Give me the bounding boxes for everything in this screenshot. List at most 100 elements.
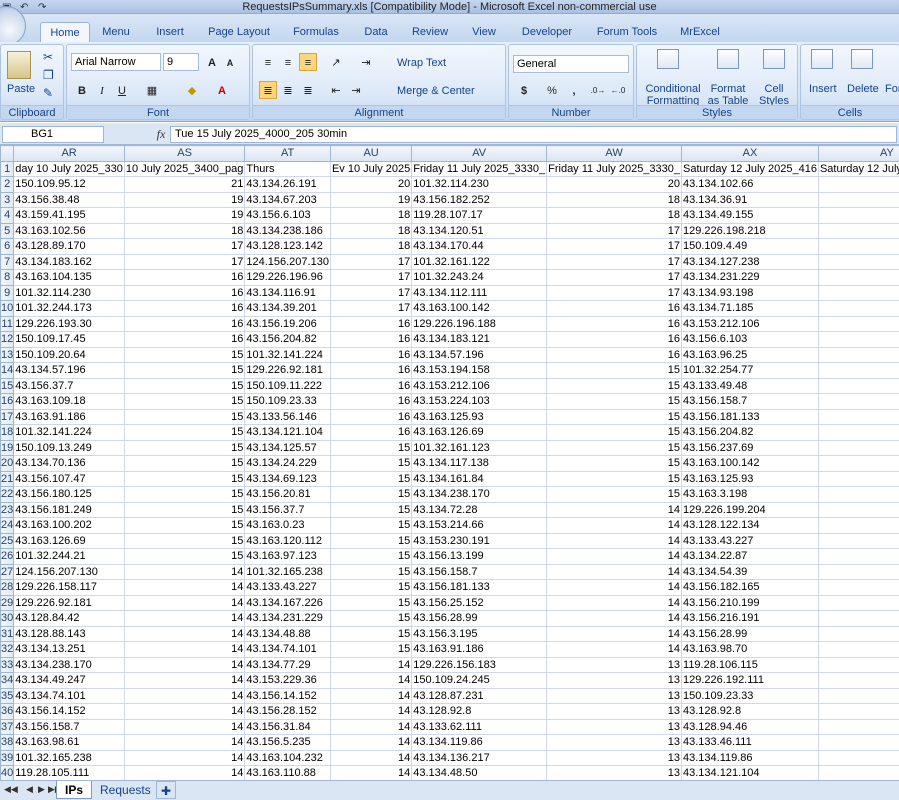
cell[interactable]: 43.134.112.111: [411, 284, 548, 301]
cell[interactable]: 15: [329, 641, 413, 658]
cell[interactable]: 15: [123, 470, 246, 487]
cell[interactable]: 12: [817, 408, 899, 425]
row-header[interactable]: 25: [0, 532, 15, 549]
cell[interactable]: 15: [329, 579, 413, 596]
cell[interactable]: 43.134.74.101: [13, 687, 125, 704]
cell[interactable]: 13: [817, 315, 899, 332]
cell[interactable]: 14: [123, 672, 246, 689]
row-header[interactable]: 9: [0, 284, 15, 301]
cell[interactable]: 12: [817, 625, 899, 642]
cell[interactable]: 43.134.238.186: [244, 222, 331, 239]
cell[interactable]: 17: [546, 222, 683, 239]
row-header[interactable]: 18: [0, 424, 15, 441]
cell[interactable]: 15: [546, 486, 683, 503]
insert-cells-button[interactable]: Insert: [809, 83, 837, 95]
cell[interactable]: 15: [123, 532, 246, 549]
insert-sheet-icon[interactable]: ✚: [156, 781, 176, 799]
cell[interactable]: 43.153.194.158: [411, 362, 548, 379]
cell[interactable]: 17: [329, 284, 413, 301]
cell[interactable]: 17: [329, 253, 413, 270]
cell[interactable]: 12: [817, 594, 899, 611]
delete-cells-icon[interactable]: [851, 49, 873, 69]
column-header[interactable]: AT: [244, 145, 331, 162]
cell[interactable]: 12: [817, 656, 899, 673]
align-right-icon[interactable]: ≣: [299, 81, 317, 99]
cell[interactable]: 150.109.13.249: [13, 439, 125, 456]
cell[interactable]: 16: [123, 269, 246, 286]
fill-color-icon[interactable]: ◆: [183, 81, 201, 99]
row-header[interactable]: 29: [0, 594, 15, 611]
cell[interactable]: 43.134.74.101: [244, 641, 331, 658]
cell[interactable]: 129.226.193.30: [13, 315, 125, 332]
number-format-select[interactable]: General: [513, 55, 629, 73]
cell[interactable]: 43.156.19.206: [244, 315, 331, 332]
paste-button[interactable]: Paste: [7, 83, 35, 95]
cell[interactable]: 43.134.167.226: [244, 594, 331, 611]
sheet-tab-requests[interactable]: Requests: [92, 781, 159, 799]
row-header[interactable]: 6: [0, 238, 15, 255]
font-color-icon[interactable]: A: [213, 81, 231, 99]
row-header[interactable]: 10: [0, 300, 15, 317]
cell[interactable]: 43.163.109.18: [13, 393, 125, 410]
cell[interactable]: 15: [123, 362, 246, 379]
align-bottom-icon[interactable]: ≡: [299, 53, 317, 71]
cell[interactable]: 43.134.24.229: [244, 455, 331, 472]
cell[interactable]: 16: [123, 315, 246, 332]
cell[interactable]: 43.156.210.199: [681, 594, 819, 611]
row-header[interactable]: 34: [0, 672, 15, 689]
cell[interactable]: 17: [329, 300, 413, 317]
row-header[interactable]: 17: [0, 408, 15, 425]
cell[interactable]: 43.134.119.86: [411, 734, 548, 751]
tab-formulas[interactable]: Formulas: [288, 22, 344, 42]
cell[interactable]: 14: [123, 610, 246, 627]
cell[interactable]: 124.156.207.130: [13, 563, 125, 580]
cell[interactable]: 13: [817, 377, 899, 394]
tab-view[interactable]: View: [466, 22, 502, 42]
cell[interactable]: 101.32.243.24: [411, 269, 548, 286]
cell-styles-button[interactable]: Cell Styles: [753, 83, 795, 107]
cell[interactable]: 43.163.126.69: [13, 532, 125, 549]
cell[interactable]: 43.163.120.112: [244, 532, 331, 549]
cell[interactable]: 43.133.56.146: [244, 408, 331, 425]
cell[interactable]: 16: [329, 377, 413, 394]
cell[interactable]: 12: [817, 470, 899, 487]
cell[interactable]: 12: [817, 579, 899, 596]
cell[interactable]: 43.134.13.251: [13, 641, 125, 658]
prev-sheet-icon[interactable]: ◀: [26, 784, 33, 795]
cell[interactable]: 43.153.229.36: [244, 672, 331, 689]
cell[interactable]: 15: [546, 470, 683, 487]
spreadsheet-grid[interactable]: ARASATAUAVAWAXAYAZBABBBCBDBEBFBG 1day 10…: [0, 145, 899, 780]
cell[interactable]: 43.156.216.191: [681, 610, 819, 627]
cell[interactable]: 43.134.238.170: [411, 486, 548, 503]
cell[interactable]: 16: [329, 331, 413, 348]
cell[interactable]: 129.226.92.181: [244, 362, 331, 379]
align-center-icon[interactable]: ≣: [279, 81, 297, 99]
tab-data[interactable]: Data: [358, 22, 394, 42]
cell[interactable]: 13: [546, 749, 683, 766]
cell[interactable]: 15: [123, 424, 246, 441]
cell[interactable]: 14: [817, 284, 899, 301]
row-header[interactable]: 33: [0, 656, 15, 673]
cell[interactable]: 43.156.182.165: [681, 579, 819, 596]
cell[interactable]: 14: [123, 594, 246, 611]
merge-center-button[interactable]: Merge & Center: [397, 85, 475, 97]
cell[interactable]: 12: [817, 439, 899, 456]
cell[interactable]: 15: [329, 439, 413, 456]
cell[interactable]: 14: [546, 594, 683, 611]
cell[interactable]: 43.133.46.111: [681, 734, 819, 751]
cell[interactable]: 10 July 2025_3400_pag: [123, 160, 246, 177]
cell[interactable]: 150.109.11.222: [244, 377, 331, 394]
percent-button[interactable]: %: [543, 81, 561, 99]
cell[interactable]: 43.156.182.252: [411, 191, 548, 208]
cell[interactable]: 12: [817, 672, 899, 689]
underline-button[interactable]: U: [113, 81, 131, 99]
row-header[interactable]: 24: [0, 517, 15, 534]
cell[interactable]: 14: [817, 207, 899, 224]
cell[interactable]: 43.134.102.66: [681, 176, 819, 193]
tab-page-layout[interactable]: Page Layout: [204, 22, 274, 42]
cell[interactable]: 43.134.67.203: [244, 191, 331, 208]
cell[interactable]: 43.156.28.152: [244, 703, 331, 720]
cell[interactable]: 119.28.106.115: [681, 656, 819, 673]
cell[interactable]: 43.128.92.8: [681, 703, 819, 720]
cell[interactable]: 14: [123, 641, 246, 658]
